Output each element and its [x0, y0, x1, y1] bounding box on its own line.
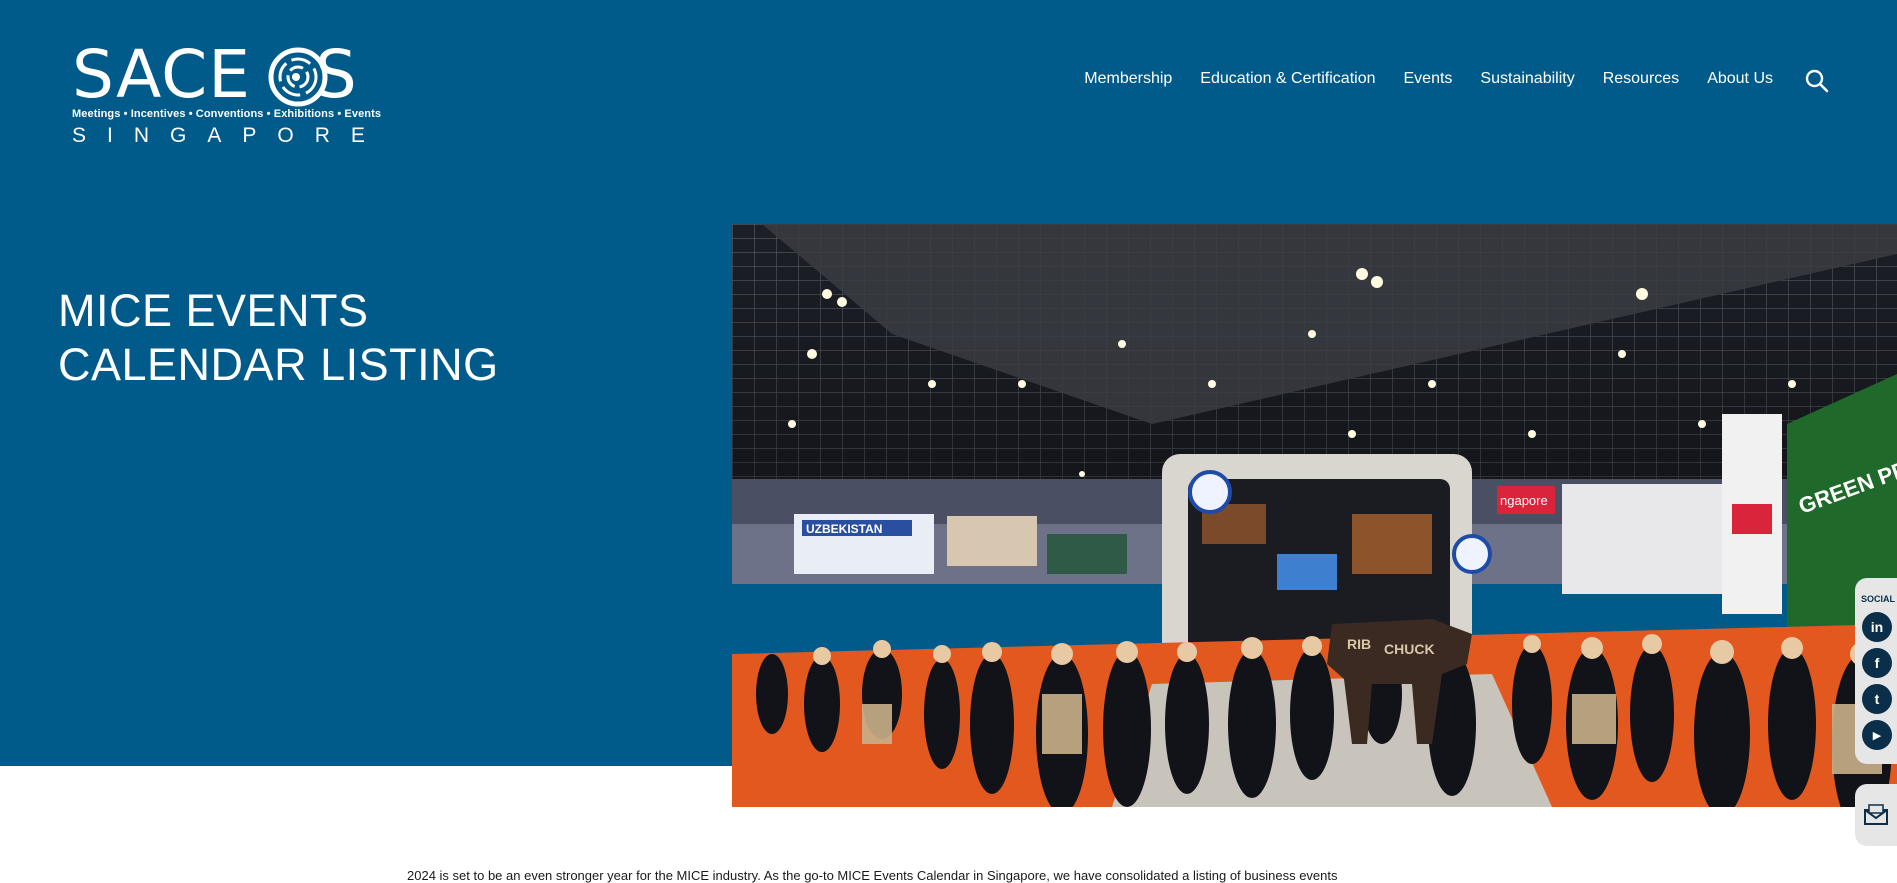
- twitter-icon[interactable]: t: [1862, 684, 1892, 714]
- svg-text:UZBEKISTAN: UZBEKISTAN: [806, 522, 882, 536]
- search-icon[interactable]: [1804, 68, 1830, 94]
- social-sidebar: SOCIAL in f t ▶: [1855, 578, 1897, 764]
- youtube-icon[interactable]: ▶: [1862, 720, 1892, 750]
- nav-membership[interactable]: Membership: [1084, 70, 1172, 88]
- page-title: MICE EVENTS CALENDAR LISTING: [58, 284, 499, 392]
- nav-education-certification[interactable]: Education & Certification: [1200, 70, 1375, 88]
- nav-events[interactable]: Events: [1404, 70, 1453, 88]
- logo-tagline: Meetings • Incentives • Conventions • Ex…: [72, 108, 382, 120]
- linkedin-icon[interactable]: in: [1862, 612, 1892, 642]
- main-nav: Membership Education & Certification Eve…: [1056, 70, 1773, 88]
- intro-paragraph: 2024 is set to be an even stronger year …: [407, 868, 1338, 883]
- page-title-line1: MICE EVENTS: [58, 285, 369, 336]
- logo-word-start: SACE: [72, 36, 251, 113]
- page-title-line2: CALENDAR LISTING: [58, 339, 499, 390]
- nav-resources[interactable]: Resources: [1603, 70, 1679, 88]
- saceos-logo[interactable]: SACE S Meetings • Incentives • Convention…: [72, 40, 386, 150]
- social-label: SOCIAL: [1860, 594, 1895, 604]
- svg-text:CHUCK: CHUCK: [1384, 641, 1435, 657]
- nav-sustainability[interactable]: Sustainability: [1480, 70, 1574, 88]
- hero-image: UZBEKISTAN ngapore GREEN PROTEIN RIB CHU…: [732, 224, 1897, 807]
- svg-text:RIB: RIB: [1347, 636, 1371, 652]
- logo-country: SINGAPORE: [72, 124, 386, 147]
- newsletter-button[interactable]: [1855, 784, 1897, 846]
- svg-text:ngapore: ngapore: [1500, 493, 1548, 508]
- facebook-icon[interactable]: f: [1862, 648, 1892, 678]
- nav-about-us[interactable]: About Us: [1707, 70, 1773, 88]
- envelope-icon: [1864, 804, 1888, 825]
- logo-emblem-icon: [268, 47, 328, 107]
